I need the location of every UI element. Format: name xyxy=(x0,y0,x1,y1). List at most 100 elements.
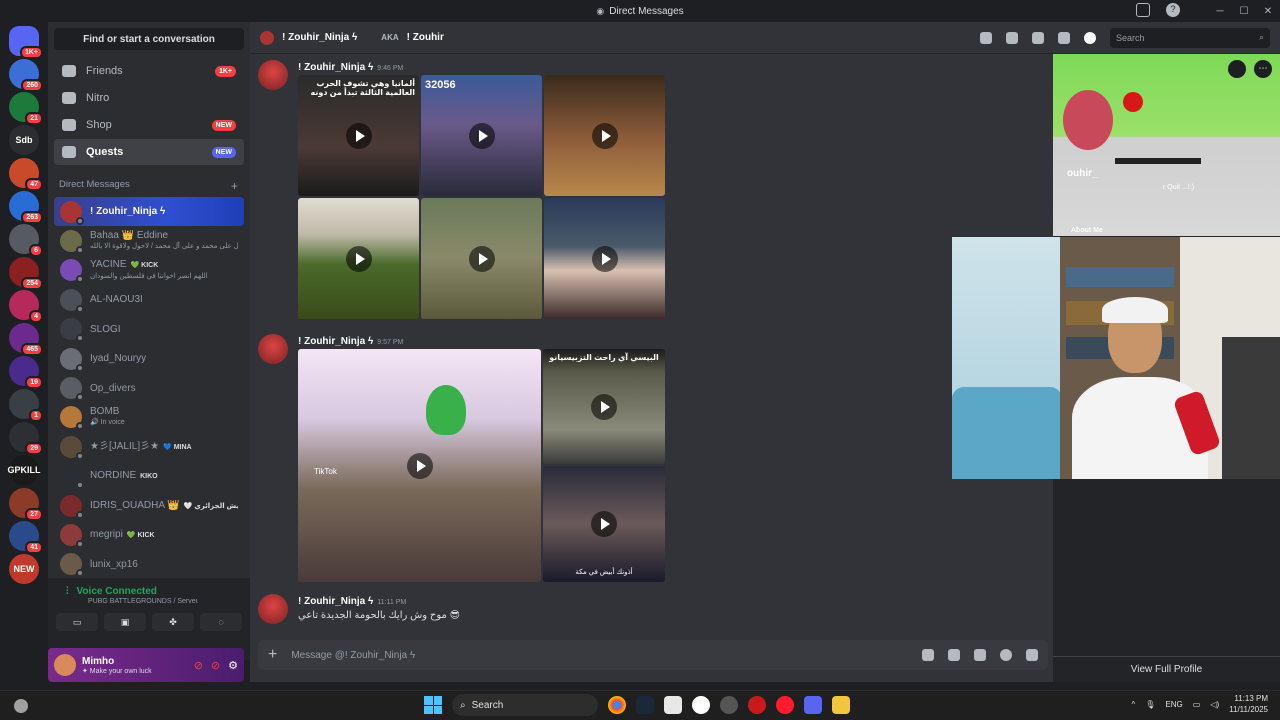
dm-list-item[interactable]: megripi 💚 KICK xyxy=(54,520,244,549)
help-icon[interactable]: ? xyxy=(1166,3,1180,17)
taskbar-search[interactable]: ⌕ Search xyxy=(452,694,598,716)
add-friend-icon[interactable] xyxy=(1228,60,1246,78)
avatar[interactable] xyxy=(54,654,76,676)
video-tile[interactable] xyxy=(544,198,665,319)
server-icon[interactable]: 29 xyxy=(9,422,43,455)
dm-list-item[interactable]: YACINE 💚 KICK اللهم انصر اخواننا في فلسطين… xyxy=(54,256,244,285)
app-icon[interactable] xyxy=(664,696,682,714)
emoji-icon[interactable] xyxy=(1000,649,1012,661)
server-icon[interactable]: 263 xyxy=(9,191,43,224)
inbox-icon[interactable] xyxy=(1136,3,1150,17)
server-icon[interactable]: 254 xyxy=(9,257,43,290)
play-icon[interactable] xyxy=(591,511,617,537)
chat-recipient-name[interactable]: ! Zouhir_Ninja ϟ xyxy=(282,32,357,43)
play-icon[interactable] xyxy=(468,245,495,272)
call-icon[interactable] xyxy=(980,31,992,44)
server-icon[interactable]: 260 xyxy=(9,59,43,92)
profile-avatar[interactable] xyxy=(1063,90,1113,150)
server-icon[interactable]: 1K+ xyxy=(9,26,43,59)
server-icon[interactable]: 41 xyxy=(9,521,43,554)
server-icon[interactable]: 47 xyxy=(9,158,43,191)
network-icon[interactable]: ▭ xyxy=(1193,700,1201,709)
author-name[interactable]: ! Zouhir_Ninja ϟ xyxy=(298,336,373,347)
close-button[interactable]: ✕ xyxy=(1256,6,1280,17)
author-avatar[interactable] xyxy=(258,60,288,90)
dm-list-item[interactable]: NORDINE KIKO xyxy=(54,462,244,491)
play-icon[interactable] xyxy=(345,245,372,272)
server-icon[interactable]: 6 xyxy=(9,224,43,257)
composer-placeholder[interactable]: Message @! Zouhir_Ninja ϟ xyxy=(291,650,415,661)
create-dm-button[interactable]: + xyxy=(231,179,238,193)
dm-list-item[interactable]: IDRIS_OUADHA 👑🤍 الجيش الجزائري xyxy=(54,491,244,520)
dm-list-item[interactable]: Iyad_Nouryy xyxy=(54,344,244,373)
server-icon[interactable]: 1 xyxy=(9,389,43,422)
author-avatar[interactable] xyxy=(258,334,288,364)
play-icon[interactable] xyxy=(406,452,433,479)
add-friends-icon[interactable] xyxy=(1058,31,1070,44)
voice-server[interactable]: PUBG BATTLEGROUNDS / Serveur de b... xyxy=(48,597,198,605)
start-button[interactable] xyxy=(424,696,442,714)
video-tile[interactable]: أذونك أبيض في مكة xyxy=(543,466,665,582)
gift-icon[interactable] xyxy=(922,649,934,661)
dm-list-item[interactable]: Op_divers xyxy=(54,373,244,402)
attach-plus-icon[interactable]: + xyxy=(268,646,277,664)
video-tile[interactable] xyxy=(421,198,542,319)
server-icon[interactable]: 27 xyxy=(9,488,43,521)
play-icon[interactable] xyxy=(591,393,617,420)
opera-icon[interactable] xyxy=(776,696,794,714)
author-name[interactable]: ! Zouhir_Ninja ϟ xyxy=(298,62,373,73)
nav-item-shop[interactable]: Shop NEW xyxy=(54,112,244,138)
video-tile[interactable]: 32056 xyxy=(421,75,542,196)
gear-icon[interactable]: ⚙ xyxy=(228,659,238,672)
search-input[interactable]: Search ⌕ xyxy=(1110,27,1270,48)
soundboard-button[interactable]: ◌ xyxy=(200,613,242,631)
sticker-icon[interactable] xyxy=(974,649,986,661)
screenshare-button[interactable]: ▣ xyxy=(104,613,146,631)
app-icon[interactable] xyxy=(748,696,766,714)
maximize-button[interactable]: ☐ xyxy=(1232,6,1256,17)
dm-list-item[interactable]: AL-NAOU3I xyxy=(54,285,244,314)
mic-muted-icon[interactable]: ⊘ xyxy=(194,659,203,672)
video-tile[interactable]: ألمانيا وهي تشوف الحرب العالمية الثالثة … xyxy=(298,75,419,196)
message-composer[interactable]: + Message @! Zouhir_Ninja ϟ xyxy=(258,640,1048,670)
video-tile[interactable] xyxy=(544,75,665,196)
play-icon[interactable] xyxy=(591,245,618,272)
camera-button[interactable]: ▭ xyxy=(56,613,98,631)
play-icon[interactable] xyxy=(591,122,618,149)
dm-list-item[interactable]: ★彡[JALIL]彡★ 💙 MINA xyxy=(54,432,244,461)
chrome-icon[interactable] xyxy=(608,696,626,714)
dm-list-item[interactable]: Bahaa 👑 Eddine صل على محمد و على آل محمد … xyxy=(54,226,244,255)
chatgpt-icon[interactable] xyxy=(692,696,710,714)
video-tile[interactable] xyxy=(298,198,419,319)
server-icon[interactable]: 4 xyxy=(9,290,43,323)
dm-list-item[interactable]: ! Zouhir_Ninja ϟ xyxy=(54,197,244,227)
widgets-icon[interactable] xyxy=(14,698,28,713)
steam-icon[interactable] xyxy=(636,696,654,714)
pin-icon[interactable] xyxy=(1032,31,1044,44)
server-icon[interactable]: 19 xyxy=(9,356,43,389)
apps-icon[interactable] xyxy=(1026,649,1038,661)
mic-icon[interactable]: 🎙 xyxy=(1145,700,1155,709)
volume-icon[interactable]: ◁) xyxy=(1210,700,1219,709)
dm-list-item[interactable]: lunix_xp16 xyxy=(54,550,244,579)
file-explorer-icon[interactable] xyxy=(832,696,850,714)
more-icon[interactable]: ⋯ xyxy=(1254,60,1272,78)
clock[interactable]: 11:13 PM 11/11/2025 xyxy=(1229,693,1268,715)
view-full-profile-button[interactable]: View Full Profile xyxy=(1053,656,1280,682)
video-tile[interactable]: TikTok xyxy=(298,349,541,582)
nav-item-friends[interactable]: Friends 1K+ xyxy=(54,58,244,84)
activities-button[interactable]: ✤ xyxy=(152,613,194,631)
nav-item-quests[interactable]: Quests NEW xyxy=(54,139,244,165)
find-conversation-button[interactable]: Find or start a conversation xyxy=(54,28,244,50)
server-icon[interactable]: 465 xyxy=(9,323,43,356)
language-indicator[interactable]: ENG xyxy=(1165,700,1182,709)
gif-icon[interactable] xyxy=(948,649,960,661)
video-call-icon[interactable] xyxy=(1006,31,1018,44)
dm-list-item[interactable]: SLOGI xyxy=(54,315,244,344)
deafen-icon[interactable]: ⊘ xyxy=(211,659,220,672)
chevron-up-icon[interactable]: ^ xyxy=(1131,700,1135,709)
discord-icon[interactable] xyxy=(804,696,822,714)
server-icon[interactable]: GPKILL xyxy=(8,455,41,485)
profile-toggle-icon[interactable] xyxy=(1084,31,1096,44)
app-icon[interactable] xyxy=(720,696,738,714)
